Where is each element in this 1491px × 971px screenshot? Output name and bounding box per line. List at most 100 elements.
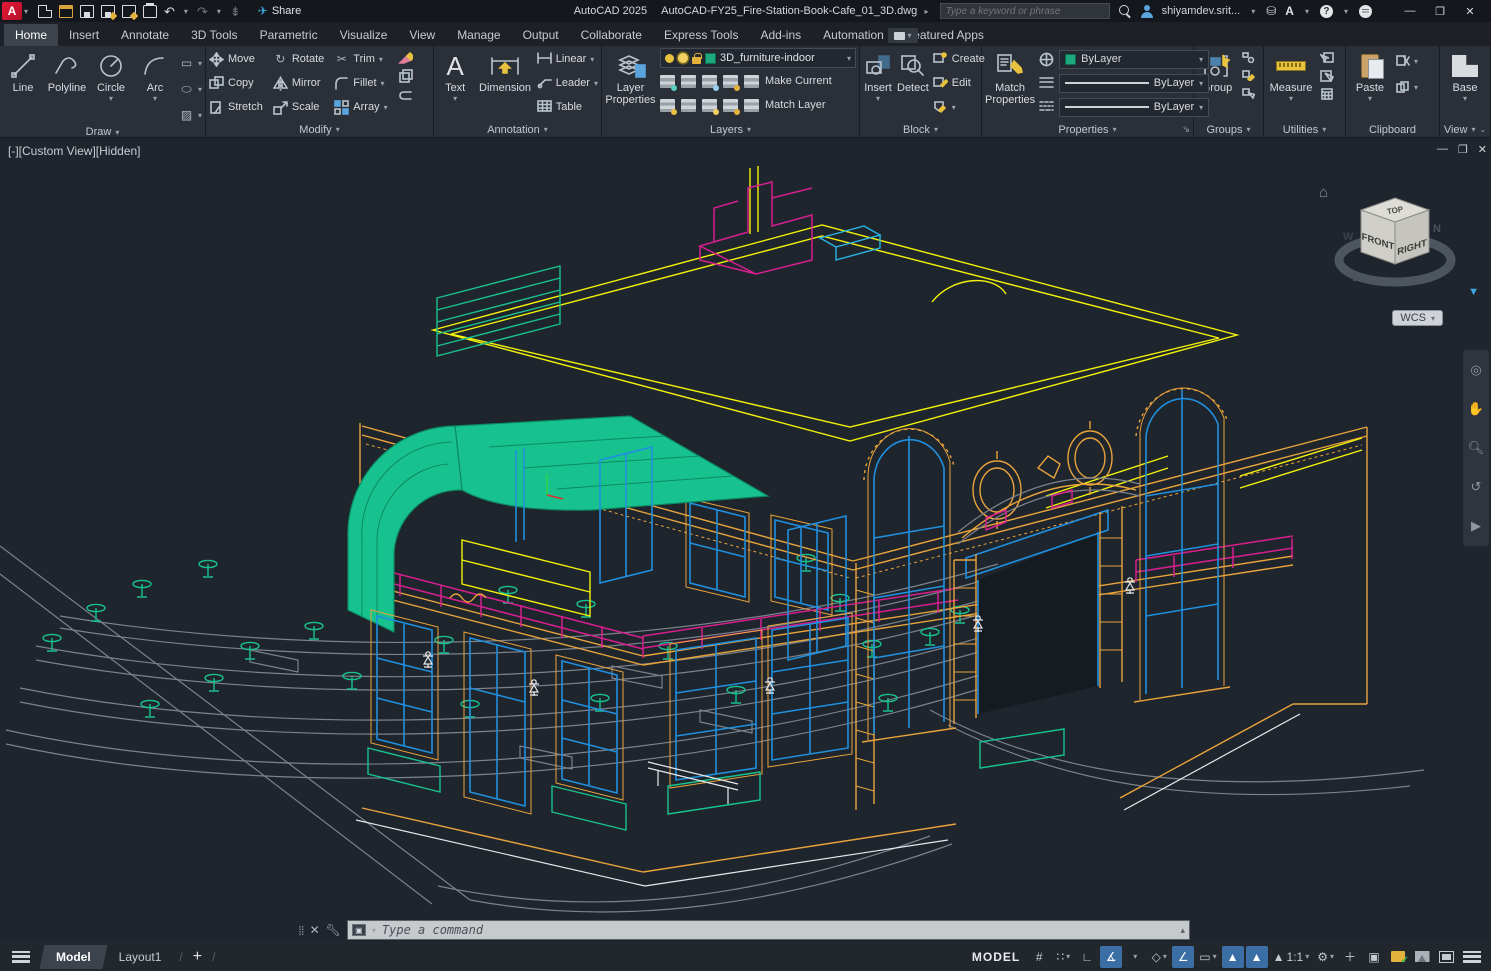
- save-to-web-icon[interactable]: [122, 5, 136, 18]
- panel-properties-footer[interactable]: Properties▾: [985, 122, 1190, 137]
- workspace-switching-button[interactable]: ⚙▾: [1314, 946, 1337, 968]
- quick-calc-icon[interactable]: [1319, 68, 1334, 83]
- line-button[interactable]: Line: [3, 48, 43, 94]
- cut-icon[interactable]: [1395, 54, 1410, 69]
- ribbon-tab[interactable]: Output: [512, 24, 570, 46]
- command-recent-caret-icon[interactable]: ▾: [372, 926, 376, 935]
- calculator-icon[interactable]: [1319, 86, 1334, 101]
- ribbon-tab[interactable]: Annotate: [110, 24, 180, 46]
- polyline-button[interactable]: Polyline: [47, 48, 87, 94]
- layout1-tab[interactable]: Layout1: [105, 945, 176, 969]
- customize-statusbar-icon[interactable]: [1463, 951, 1481, 963]
- base-button[interactable]: Base▾: [1443, 48, 1487, 104]
- app-menu-caret-icon[interactable]: ▾: [24, 7, 28, 16]
- block-attributes-icon[interactable]: ▾: [933, 96, 985, 118]
- autoscale-toggle[interactable]: ▲: [1246, 946, 1268, 968]
- user-avatar[interactable]: [1140, 5, 1153, 18]
- copy-clip-icon[interactable]: [1395, 80, 1410, 95]
- object-snap-toggle[interactable]: ▭▾: [1196, 946, 1219, 968]
- share-button[interactable]: ✈ Share: [258, 4, 301, 18]
- quick-select-icon[interactable]: [1319, 50, 1334, 65]
- panel-groups-footer[interactable]: Groups▾: [1197, 122, 1260, 137]
- annotation-monitor-toggle[interactable]: ＋: [1339, 946, 1361, 968]
- ribbon-tab[interactable]: 3D Tools: [180, 24, 248, 46]
- help-caret-icon[interactable]: ▾: [1344, 7, 1348, 16]
- panel-annotation-footer[interactable]: Annotation▾: [437, 122, 598, 137]
- arc-button[interactable]: Arc▾: [135, 48, 175, 104]
- ribbon-tab[interactable]: Insert: [58, 24, 110, 46]
- save-icon[interactable]: [80, 5, 94, 18]
- fillet-button[interactable]: Fillet▾: [334, 72, 387, 94]
- command-input[interactable]: ▣ ▾ Type a command ▴: [347, 920, 1190, 940]
- stretch-button[interactable]: Stretch: [209, 96, 263, 118]
- layer-lock-icon[interactable]: [723, 74, 738, 89]
- layer-thaw-all-icon[interactable]: [702, 98, 717, 113]
- open-file-icon[interactable]: [59, 5, 73, 18]
- layer-freeze-icon[interactable]: [702, 74, 717, 89]
- panel-view-footer[interactable]: View▾⌄: [1443, 122, 1487, 137]
- insert-button[interactable]: Insert▾: [863, 48, 893, 104]
- close-button[interactable]: ✕: [1455, 0, 1485, 22]
- snap-mode-toggle[interactable]: ∷▾: [1052, 946, 1074, 968]
- ribbon-tab[interactable]: Add-ins: [749, 24, 812, 46]
- match-properties-button[interactable]: Match Properties: [985, 48, 1035, 106]
- ribbon-tab[interactable]: Visualize: [329, 24, 399, 46]
- trim-button[interactable]: ✂Trim▾: [334, 48, 387, 70]
- command-bar-grip[interactable]: ⣿: [298, 925, 304, 936]
- overkill-icon[interactable]: [398, 88, 413, 103]
- group-selection-icon[interactable]: [1241, 86, 1256, 101]
- ribbon-tab[interactable]: View: [398, 24, 446, 46]
- group-edit-icon[interactable]: [1241, 68, 1256, 83]
- move-button[interactable]: Move: [209, 48, 263, 70]
- store-cart-icon[interactable]: ⛁: [1266, 4, 1276, 18]
- scale-button[interactable]: Scale: [273, 96, 324, 118]
- wcs-button[interactable]: WCS▾: [1392, 310, 1443, 326]
- copy-button[interactable]: Copy: [209, 72, 263, 94]
- feedback-chat-icon[interactable]: [1359, 5, 1372, 18]
- autodesk-icon[interactable]: A: [1285, 4, 1294, 18]
- help-icon[interactable]: ?: [1320, 5, 1333, 18]
- annotation-visibility-toggle[interactable]: ▲: [1222, 946, 1244, 968]
- circle-button[interactable]: Circle▾: [91, 48, 131, 104]
- layer-unlock-toggle-icon[interactable]: [723, 98, 738, 113]
- mirror-button[interactable]: Mirror: [273, 72, 324, 94]
- command-prompt-icon[interactable]: ▣: [352, 924, 366, 936]
- redo-caret-icon[interactable]: ▾: [217, 7, 221, 16]
- layer-unisolate-icon[interactable]: [681, 98, 696, 113]
- ellipse-tool-icon[interactable]: ⬭: [179, 82, 194, 97]
- ribbon-tab[interactable]: Manage: [446, 24, 511, 46]
- search-icon[interactable]: [1119, 5, 1131, 17]
- ungroup-icon[interactable]: [1241, 50, 1256, 65]
- match-layer-button[interactable]: Match Layer: [765, 99, 826, 111]
- text-button[interactable]: A Text▾: [437, 48, 473, 104]
- search-input[interactable]: [940, 3, 1110, 19]
- ribbon-tab[interactable]: Collaborate: [570, 24, 653, 46]
- linetype-dropdown[interactable]: ByLayer ▾: [1059, 98, 1209, 117]
- drawing-minimize-icon[interactable]: —: [1437, 143, 1448, 156]
- leader-button[interactable]: Leader▾: [537, 72, 598, 94]
- app-logo-icon[interactable]: A: [2, 2, 22, 20]
- viewcube-home-icon[interactable]: ⌂: [1319, 184, 1328, 201]
- isolate-objects-button[interactable]: ▣: [1363, 946, 1385, 968]
- panel-modify-footer[interactable]: Modify▾: [209, 122, 430, 137]
- user-menu-caret-icon[interactable]: ▾: [1251, 7, 1255, 16]
- graphics-performance-toggle[interactable]: [1411, 946, 1433, 968]
- linear-button[interactable]: Linear▾: [537, 48, 598, 70]
- array-button[interactable]: Array▾: [334, 96, 387, 118]
- measure-button[interactable]: Measure▾: [1267, 48, 1315, 104]
- layer-dropdown[interactable]: 3D_furniture-indoor ▾: [660, 48, 856, 68]
- table-button[interactable]: Table: [537, 96, 598, 118]
- command-tools-icon[interactable]: 🔧︎: [326, 923, 341, 937]
- undo-icon[interactable]: ↶: [164, 5, 175, 18]
- ribbon-tab[interactable]: Parametric: [249, 24, 329, 46]
- username[interactable]: shiyamdev.srit...: [1162, 5, 1241, 17]
- erase-icon[interactable]: [398, 50, 413, 65]
- minimize-button[interactable]: —: [1395, 0, 1425, 22]
- navigation-wheel-icon[interactable]: ◎: [1470, 362, 1481, 378]
- create-block-button[interactable]: Create: [933, 48, 985, 70]
- redo-icon[interactable]: ↷: [197, 5, 208, 18]
- panel-utilities-footer[interactable]: Utilities▾: [1267, 122, 1342, 137]
- panel-block-footer[interactable]: Block▾: [863, 122, 978, 137]
- dimension-button[interactable]: Dimension: [477, 48, 532, 94]
- ribbon-tab[interactable]: Automation: [812, 24, 895, 46]
